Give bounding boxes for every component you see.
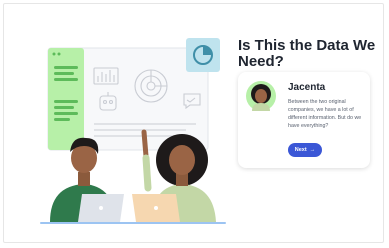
speaker-name: Jacenta	[288, 82, 326, 93]
jacenta-avatar	[246, 81, 276, 111]
next-button[interactable]: Next →	[288, 143, 322, 157]
desk-line	[40, 222, 226, 224]
pie-chart-card	[186, 38, 220, 72]
arrow-right-icon: →	[309, 147, 316, 153]
laptop-left	[78, 194, 124, 222]
next-button-label: Next	[294, 147, 307, 153]
dialog-message: Between the two original companies, we h…	[288, 99, 362, 129]
laptop-right	[132, 194, 180, 222]
lesson-title: Is This the Data We Need?	[238, 37, 376, 70]
data-team-illustration	[40, 38, 226, 224]
dialog-card: Jacenta Between the two original compani…	[238, 72, 370, 168]
lesson-frame: Is This the Data We Need? Jacenta Betwee…	[3, 3, 384, 243]
